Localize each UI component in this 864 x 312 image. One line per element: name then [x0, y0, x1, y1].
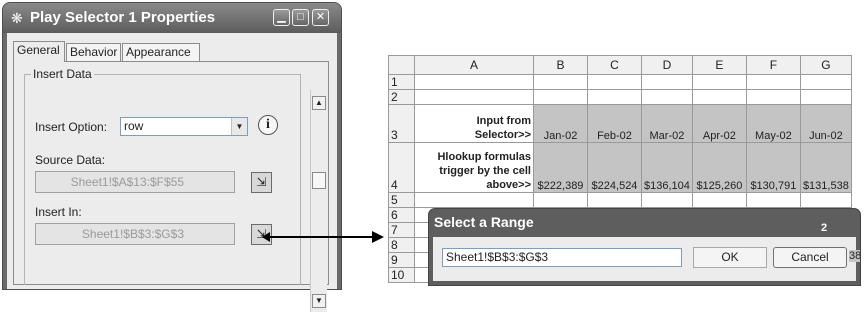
row-number[interactable]: 9	[388, 252, 415, 268]
sheet-row: 2	[388, 89, 852, 105]
value-cell-e4[interactable]: $125,260	[691, 142, 747, 193]
sheet-row-4: 4 Hlookup formulas trigger by the cell abo…	[388, 142, 852, 193]
month-cell-e3[interactable]: Apr-02	[691, 104, 747, 143]
row-number[interactable]: 4	[388, 142, 415, 193]
scroll-down-icon[interactable]: ▼	[312, 294, 326, 308]
cell[interactable]	[414, 74, 534, 90]
row-number[interactable]: 3	[388, 104, 415, 143]
column-header-row: A B C D E F G	[388, 55, 852, 75]
label-line: Hlookup formulas	[437, 151, 531, 163]
hlookup-label[interactable]: Hlookup formulas trigger by the cell above…	[414, 142, 534, 193]
value-cell-c4[interactable]: $224,524	[587, 142, 642, 193]
value-cell-d4[interactable]: $136,104	[641, 142, 693, 193]
sheet-row-3: 3 Input from Selector>> Jan-02 Feb-02 Mar…	[388, 104, 852, 143]
sheet-row: 1	[388, 74, 852, 90]
month-cell-c3[interactable]: Feb-02	[587, 104, 642, 143]
cell[interactable]	[533, 74, 588, 90]
column-header-d[interactable]: D	[641, 55, 693, 75]
column-header-f[interactable]: F	[745, 55, 801, 75]
column-header-b[interactable]: B	[533, 55, 588, 75]
cell[interactable]	[587, 74, 642, 90]
cell[interactable]	[587, 89, 642, 105]
cell[interactable]	[533, 89, 588, 105]
input-from-selector-label[interactable]: Input from Selector>>	[414, 104, 534, 143]
label-line: above>>	[486, 179, 531, 191]
month-cell-f3[interactable]: May-02	[745, 104, 801, 143]
cell[interactable]	[414, 192, 534, 208]
row-number[interactable]: 5	[388, 192, 415, 208]
cell[interactable]	[745, 192, 801, 208]
month-cell-g3[interactable]: Jun-02	[799, 104, 852, 143]
cell[interactable]	[799, 89, 852, 105]
row-number[interactable]: 7	[388, 222, 415, 238]
cell[interactable]	[691, 89, 747, 105]
cell[interactable]	[799, 74, 852, 90]
month-cell-d3[interactable]: Mar-02	[641, 104, 693, 143]
value-cell-b4[interactable]: $222,389	[533, 142, 588, 193]
cell[interactable]	[691, 74, 747, 90]
label-line: Selector>>	[474, 129, 531, 141]
dialog-title: Select a Range	[434, 214, 534, 230]
label-line: trigger by the cell	[439, 165, 531, 177]
cell[interactable]	[533, 192, 588, 208]
cell[interactable]	[691, 192, 747, 208]
column-header-g[interactable]: G	[799, 55, 852, 75]
sheet-row: 5	[388, 192, 852, 208]
select-range-dialog: Select a Range 2 Sheet1!$B$3:$G$3 OK Can…	[429, 209, 860, 285]
corner-cell[interactable]	[388, 55, 415, 75]
row-number[interactable]: 10	[388, 267, 415, 283]
row-number[interactable]: 2	[388, 89, 415, 105]
tab-general[interactable]: General	[13, 41, 65, 62]
cell[interactable]	[587, 192, 642, 208]
cell[interactable]	[641, 89, 693, 105]
behind-dialog-text: 38	[849, 250, 860, 262]
cell[interactable]	[414, 89, 534, 105]
row-number[interactable]: 8	[388, 237, 415, 253]
row-number[interactable]: 1	[388, 74, 415, 90]
row-number[interactable]: 6	[388, 207, 415, 223]
range-input[interactable]: Sheet1!$B$3:$G$3	[442, 248, 682, 267]
cell[interactable]	[745, 74, 801, 90]
cell[interactable]	[745, 89, 801, 105]
label-line: Input from	[476, 115, 531, 127]
cell[interactable]	[799, 192, 852, 208]
behind-dialog-text: 2	[821, 222, 828, 234]
column-header-c[interactable]: C	[587, 55, 642, 75]
cancel-button[interactable]: Cancel	[773, 247, 847, 268]
month-cell-b3[interactable]: Jan-02	[533, 104, 588, 143]
value-cell-f4[interactable]: $130,791	[745, 142, 801, 193]
column-header-e[interactable]: E	[691, 55, 747, 75]
value-cell-g4[interactable]: $131,538	[799, 142, 852, 193]
dialog-client: Sheet1!$B$3:$G$3 OK Cancel	[433, 237, 856, 281]
ok-button[interactable]: OK	[693, 247, 767, 268]
cell[interactable]	[641, 74, 693, 90]
column-header-a[interactable]: A	[414, 55, 534, 75]
cell[interactable]	[641, 192, 693, 208]
